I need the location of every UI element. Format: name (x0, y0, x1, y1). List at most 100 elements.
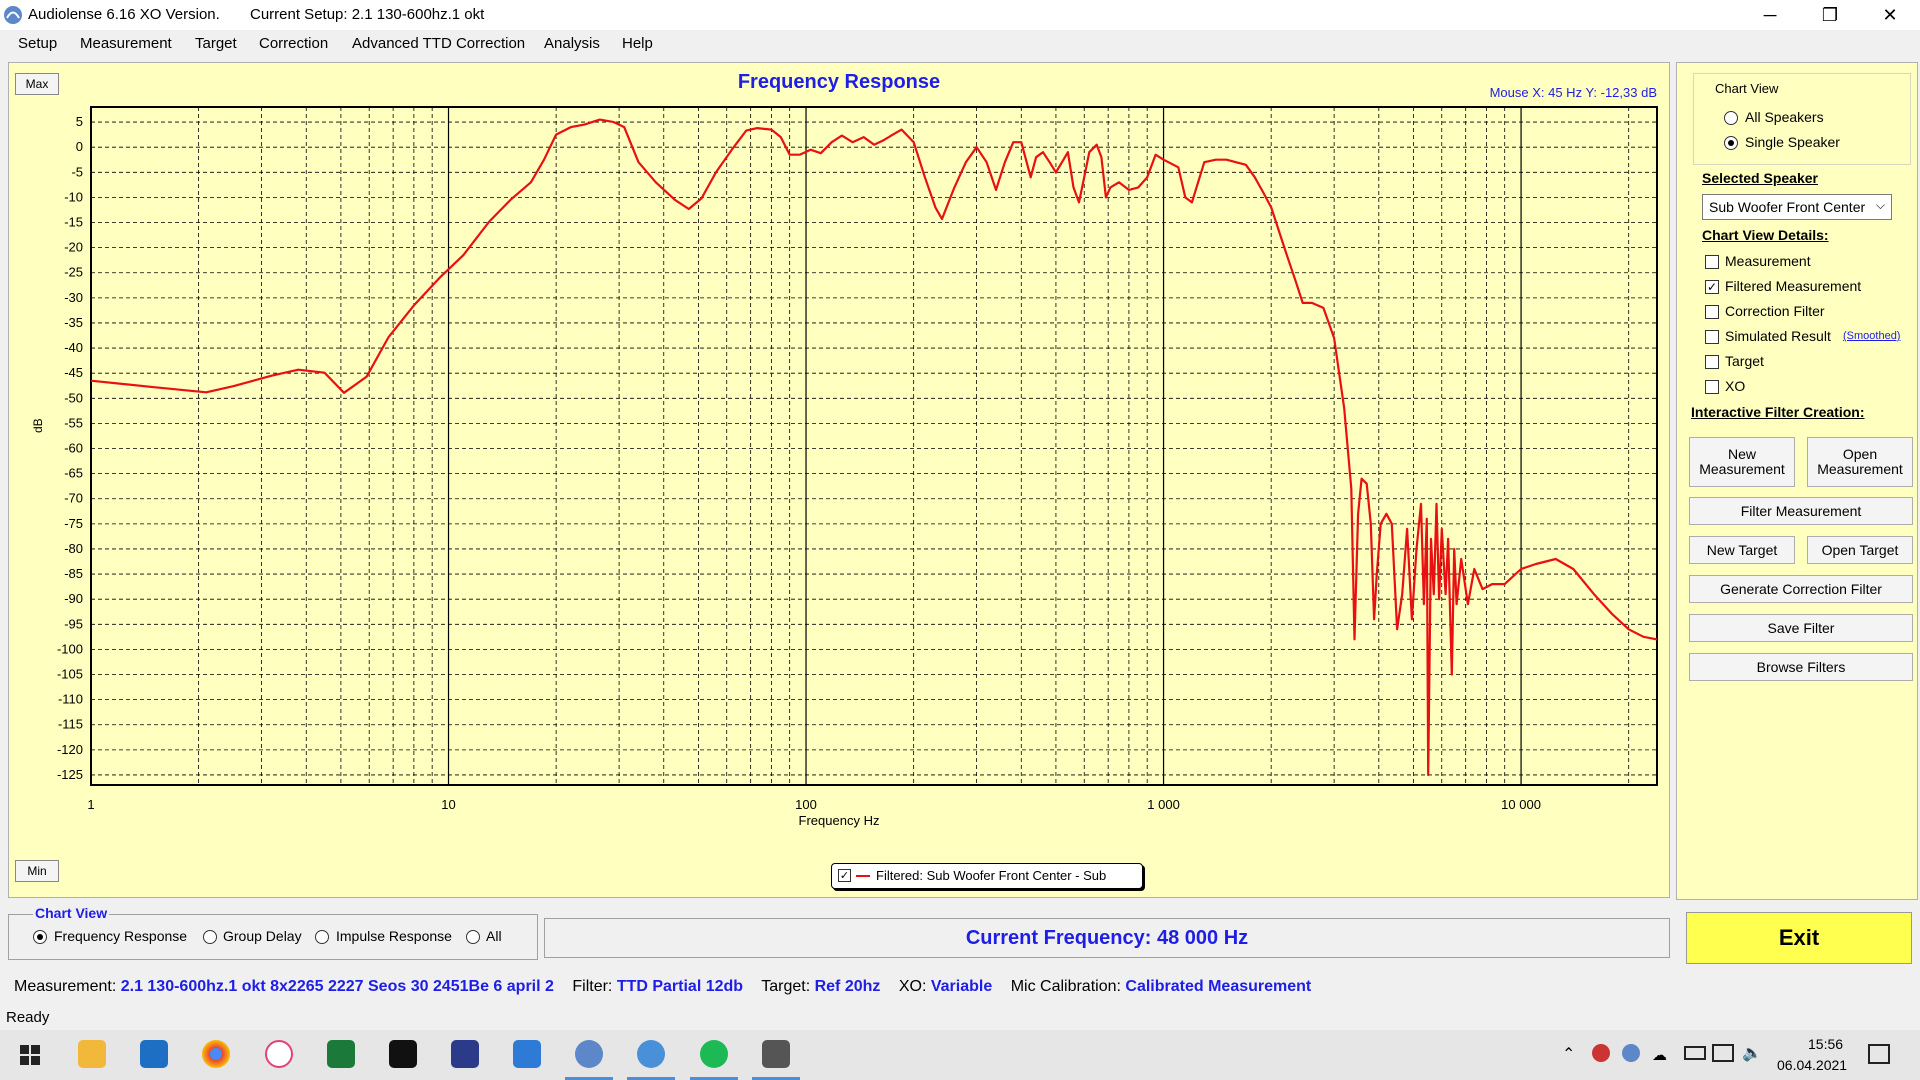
excel-green-icon[interactable] (327, 1040, 355, 1068)
y-tick-label: -115 (58, 717, 83, 732)
maximize-button[interactable]: ❐ (1800, 0, 1860, 30)
browse-filters-button[interactable]: Browse Filters (1689, 653, 1913, 681)
y-tick-label: 5 (76, 114, 83, 129)
generate-correction-filter-button[interactable]: Generate Correction Filter (1689, 575, 1913, 603)
filtered-measurement-checkbox[interactable]: ✓ (1705, 280, 1719, 294)
y-tick-label: -40 (64, 340, 83, 355)
all-radio[interactable] (466, 930, 480, 944)
target-checkbox[interactable] (1705, 355, 1719, 369)
audiolense-tray-icon[interactable] (1622, 1044, 1640, 1062)
y-tick-label: -100 (57, 641, 83, 656)
menu-target[interactable]: Target (195, 35, 237, 52)
target-info-label: Target: (761, 978, 811, 995)
simulated-result-label[interactable]: Simulated Result (1725, 328, 1831, 344)
filter-measurement-button[interactable]: Filter Measurement (1689, 497, 1913, 525)
correction-filter-checkbox[interactable] (1705, 305, 1719, 319)
tidal-icon[interactable] (389, 1040, 417, 1068)
y-tick-label: -65 (64, 466, 83, 481)
all-speakers-radio[interactable] (1724, 111, 1738, 125)
audiolense-taskbar-icon[interactable] (575, 1040, 603, 1068)
filtered-measurement-label[interactable]: Filtered Measurement (1725, 278, 1861, 294)
y-tick-label: -85 (64, 566, 83, 581)
file-explorer-icon[interactable] (78, 1040, 106, 1068)
media-player-icon[interactable] (637, 1040, 665, 1068)
legend-line-swatch (856, 875, 870, 877)
menu-help[interactable]: Help (622, 35, 653, 52)
audiolense-app-icon (4, 6, 22, 24)
current-frequency-display: Current Frequency: 48 000 Hz (544, 918, 1670, 958)
rew-icon[interactable] (451, 1040, 479, 1068)
chart-view-details-heading: Chart View Details: (1702, 227, 1829, 243)
measurement-label[interactable]: Measurement (1725, 253, 1811, 269)
single-speaker-radio[interactable] (1724, 136, 1738, 150)
windows-start-icon[interactable] (20, 1045, 40, 1065)
open-target-button[interactable]: Open Target (1807, 536, 1913, 564)
chevron-up-icon[interactable]: ⌃ (1562, 1044, 1575, 1064)
measurement-info-value: 2.1 130-600hz.1 okt 8x2265 2227 Seos 30 … (120, 978, 554, 995)
all-speakers-label[interactable]: All Speakers (1745, 109, 1824, 125)
monitor-gauge-icon[interactable] (762, 1040, 790, 1068)
single-speaker-label[interactable]: Single Speaker (1745, 134, 1840, 150)
y-tick-label: -20 (64, 240, 83, 255)
x-tick-label: 100 (795, 797, 817, 812)
battery-icon[interactable] (1684, 1046, 1706, 1060)
simulated-result-checkbox[interactable] (1705, 330, 1719, 344)
menu-analysis[interactable]: Analysis (544, 35, 600, 52)
word-blue-icon[interactable] (513, 1040, 541, 1068)
chart-view-group-title: Chart View (1715, 81, 1779, 96)
y-tick-label: -125 (57, 767, 83, 782)
clock-time[interactable]: 15:56 (1808, 1036, 1843, 1052)
itunes-icon[interactable] (265, 1040, 293, 1068)
target-label[interactable]: Target (1725, 353, 1764, 369)
close-button[interactable]: ✕ (1860, 0, 1920, 30)
xo-checkbox[interactable] (1705, 380, 1719, 394)
mail-icon[interactable] (140, 1040, 168, 1068)
speaker-volume-icon[interactable]: 🔈 (1742, 1043, 1762, 1063)
y-tick-label: -80 (64, 541, 83, 556)
target-info-value: Ref 20hz (814, 978, 881, 995)
measurement-checkbox[interactable] (1705, 255, 1719, 269)
save-filter-button[interactable]: Save Filter (1689, 614, 1913, 642)
open-measurement-button[interactable]: Open Measurement (1807, 437, 1913, 487)
exit-button[interactable]: Exit (1686, 912, 1912, 964)
network-icon[interactable] (1712, 1044, 1734, 1062)
new-measurement-button[interactable]: New Measurement (1689, 437, 1795, 487)
y-tick-label: 0 (76, 139, 83, 154)
frequency-response-radio[interactable] (33, 930, 47, 944)
frequency-response-label[interactable]: Frequency Response (54, 928, 187, 944)
chevron-down-icon: ⌵ (1875, 198, 1885, 212)
y-tick-label: -25 (64, 265, 83, 280)
correction-filter-label[interactable]: Correction Filter (1725, 303, 1825, 319)
y-tick-label: -5 (71, 164, 83, 179)
clock-date[interactable]: 06.04.2021 (1777, 1057, 1847, 1073)
menu-correction[interactable]: Correction (259, 35, 328, 52)
chart-legend[interactable]: ✓ Filtered: Sub Woofer Front Center - Su… (831, 863, 1143, 889)
legend-checkbox[interactable]: ✓ (838, 869, 851, 882)
y-tick-label: -105 (57, 667, 83, 682)
notification-icon[interactable] (1868, 1044, 1890, 1064)
tray-app-icon[interactable] (1592, 1044, 1610, 1062)
impulse-response-label[interactable]: Impulse Response (336, 928, 452, 944)
chart-panel: Max Min Frequency Response Mouse X: 45 H… (8, 62, 1670, 898)
x-tick-label: 10 000 (1501, 797, 1541, 812)
xo-label[interactable]: XO (1725, 378, 1745, 394)
smoothed-link[interactable]: (Smoothed) (1843, 330, 1900, 342)
all-label[interactable]: All (486, 928, 502, 944)
menu-advanced-ttd-correction[interactable]: Advanced TTD Correction (352, 35, 525, 52)
minimize-button[interactable]: ─ (1740, 0, 1800, 30)
new-target-button[interactable]: New Target (1689, 536, 1795, 564)
group-delay-radio[interactable] (203, 930, 217, 944)
speaker-select-value: Sub Woofer Front Center (1709, 199, 1866, 215)
menu-setup[interactable]: Setup (18, 35, 57, 52)
spotify-icon[interactable] (700, 1040, 728, 1068)
chrome-icon[interactable] (202, 1040, 230, 1068)
y-tick-label: -110 (58, 692, 83, 707)
cloud-icon[interactable]: ☁ (1652, 1046, 1667, 1064)
y-tick-label: -60 (64, 441, 83, 456)
plot-area (90, 106, 1658, 786)
impulse-response-radio[interactable] (315, 930, 329, 944)
speaker-select[interactable]: Sub Woofer Front Center ⌵ (1702, 194, 1892, 220)
frequency-response-chart[interactable]: 5 0 -5 -10 -15 -20 -25 -30 -35 -40 -45 -50 -55 -60 -65… (9, 63, 1669, 897)
menu-measurement[interactable]: Measurement (80, 35, 172, 52)
group-delay-label[interactable]: Group Delay (223, 928, 302, 944)
